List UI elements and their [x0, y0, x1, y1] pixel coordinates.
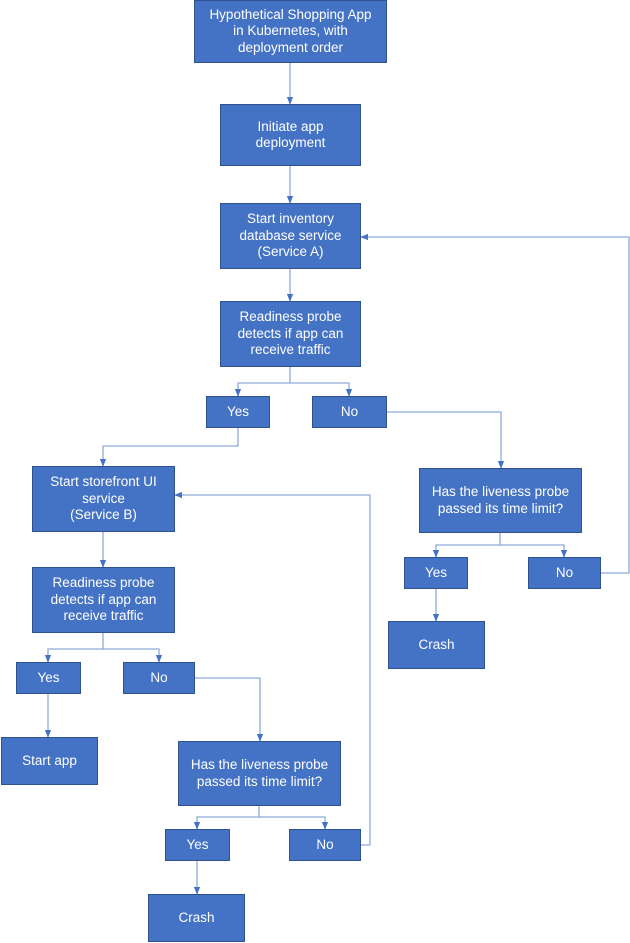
edge-liveness-b-split-no [259, 816, 329, 830]
edge-readiness-a-split [234, 367, 291, 397]
node-no_live_b[interactable]: No [289, 829, 361, 861]
node-service_b[interactable]: Start storefront UI service (Service B) [32, 466, 175, 532]
node-no_live_a[interactable]: No [528, 557, 601, 589]
edge-no-a-to-liveness-a [387, 411, 505, 469]
edge-liveness-b-split-yes [193, 806, 260, 830]
edge-yes-a-to-service-b [99, 428, 239, 467]
node-title[interactable]: Hypothetical Shopping App in Kubernetes,… [194, 0, 387, 63]
node-start_app[interactable]: Start app [1, 737, 98, 785]
edge-liveness-a-split-no [500, 544, 568, 558]
node-crash_a[interactable]: Crash [388, 621, 485, 669]
node-crash_b[interactable]: Crash [148, 894, 245, 942]
edge-readiness-b-split-yes [44, 633, 104, 663]
node-service_a[interactable]: Start inventory database service (Servic… [220, 203, 361, 269]
edge-no-b-to-liveness-b [195, 677, 264, 742]
node-readiness_a[interactable]: Readiness probe detects if app can recei… [220, 301, 361, 367]
flowchart-canvas: Hypothetical Shopping App in Kubernetes,… [0, 0, 630, 943]
node-yes_live_b[interactable]: Yes [165, 829, 230, 861]
node-yes_live_a[interactable]: Yes [404, 557, 468, 589]
node-yes_a[interactable]: Yes [206, 396, 270, 428]
node-liveness_b[interactable]: Has the liveness probe passed its time l… [178, 741, 341, 806]
node-yes_b[interactable]: Yes [16, 662, 81, 694]
node-initiate[interactable]: Initiate app deployment [220, 104, 361, 166]
edge-readiness-b-split-no [103, 648, 163, 663]
edge-liveness-a-split-yes [432, 533, 501, 558]
node-no_b[interactable]: No [123, 662, 195, 694]
node-liveness_a[interactable]: Has the liveness probe passed its time l… [419, 468, 582, 533]
node-readiness_b[interactable]: Readiness probe detects if app can recei… [32, 567, 175, 633]
node-no_a[interactable]: No [312, 396, 387, 428]
edge-readiness-a-split-no [290, 382, 353, 397]
